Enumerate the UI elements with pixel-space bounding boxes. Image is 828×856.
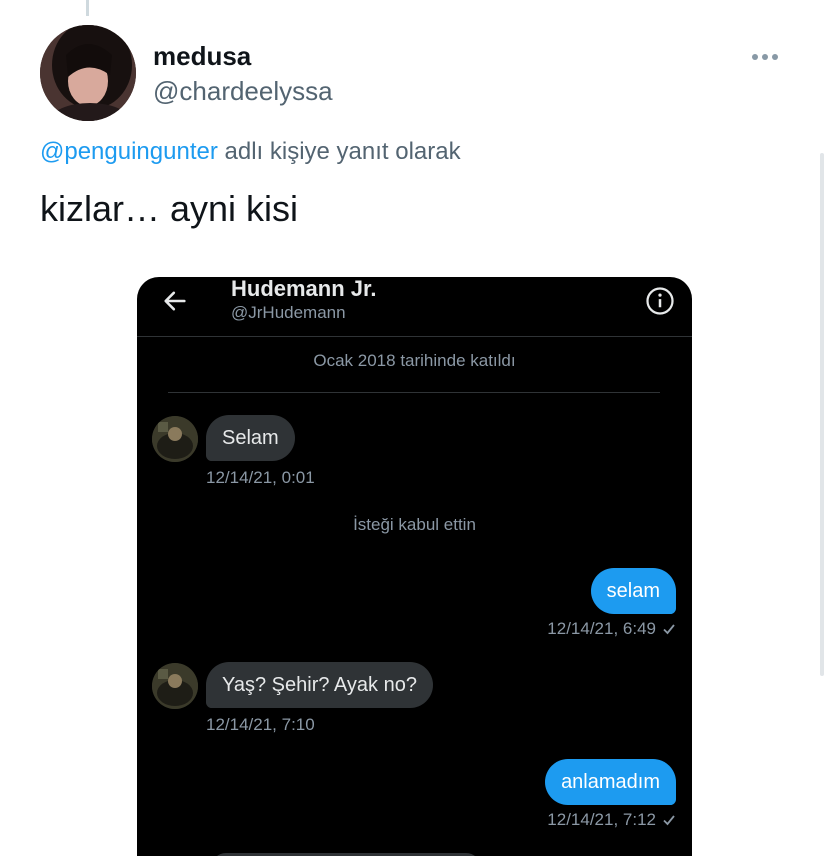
message-timestamp: 12/14/21, 7:12: [547, 810, 656, 829]
contact-avatar[interactable]: [152, 663, 198, 709]
checkmark-icon: [663, 815, 675, 826]
message-timestamp: 12/14/21, 6:49: [547, 619, 656, 638]
tweet-page: medusa @chardeelyssa @penguingunter adlı…: [0, 0, 828, 856]
message-timestamp: 12/14/21, 7:10: [206, 715, 315, 734]
avatar-photo: [40, 25, 136, 121]
user-handle[interactable]: @chardeelyssa: [153, 76, 333, 107]
reply-mention-link[interactable]: @penguingunter: [40, 138, 218, 165]
joined-date: Ocak 2018 tarihinde katıldı: [313, 351, 516, 370]
more-horizontal-icon[interactable]: [752, 48, 786, 66]
contact-avatar[interactable]: [152, 416, 198, 462]
message-bubble-outgoing[interactable]: anlamadım: [545, 759, 676, 805]
message-bubble-outgoing[interactable]: selam: [590, 568, 676, 614]
reply-context: @penguingunter adlı kişiye yanıt olarak: [40, 138, 461, 166]
info-icon[interactable]: [645, 286, 675, 316]
message-bubble-incoming[interactable]: Yaş? Şehir? Ayak no?: [206, 662, 433, 708]
message-meta: 12/14/21, 7:12: [547, 810, 676, 830]
dm-contact-handle: @JrHudemann: [231, 303, 346, 322]
request-accepted-notice: İsteği kabul ettin: [353, 515, 476, 534]
thread-connector-line: [86, 0, 89, 16]
avatar[interactable]: [40, 25, 136, 121]
dm-header: Hudemann Jr. @JrHudemann: [137, 277, 692, 337]
dm-contact-name: Hudemann Jr.: [231, 277, 377, 301]
scrollbar[interactable]: [820, 153, 824, 676]
attached-screenshot[interactable]: Hudemann Jr. @JrHudemann Ocak 2018 tarih…: [137, 277, 692, 856]
message-bubble-incoming[interactable]: Selam: [206, 415, 295, 461]
tweet-text: kizlar… ayni kisi: [40, 188, 299, 229]
divider: [168, 392, 660, 393]
display-name[interactable]: medusa: [153, 41, 251, 72]
reply-context-label: adlı kişiye yanıt olarak: [217, 138, 461, 165]
checkmark-icon: [663, 624, 675, 635]
message-meta: 12/14/21, 6:49: [547, 619, 676, 639]
contact-avatar-photo: [152, 663, 198, 709]
message-timestamp: 12/14/21, 0:01: [206, 468, 315, 487]
contact-avatar-photo: [152, 416, 198, 462]
arrow-left-icon[interactable]: [161, 287, 189, 315]
